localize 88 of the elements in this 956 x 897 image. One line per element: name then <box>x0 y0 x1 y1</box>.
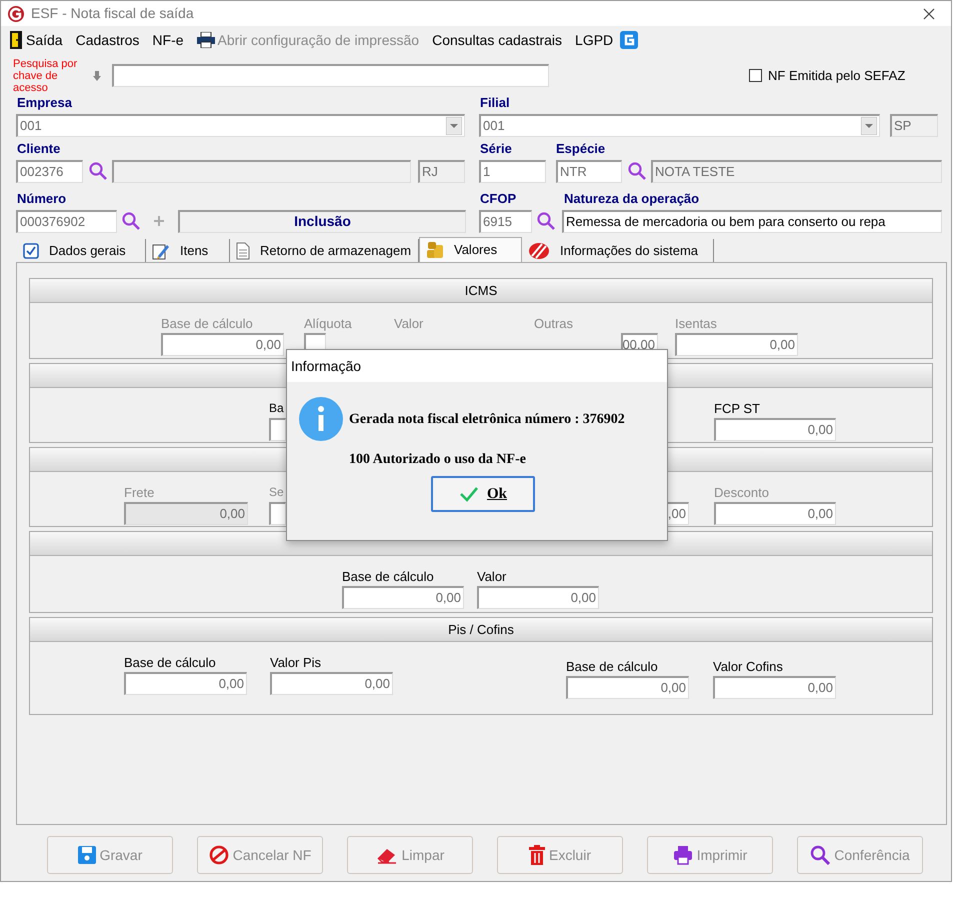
menu-item[interactable]: Cadastros <box>76 30 140 50</box>
input-field[interactable]: Inclusão <box>178 210 466 232</box>
field-label: Valor Pis <box>270 655 322 672</box>
field-label: Valor <box>477 569 506 586</box>
input-field[interactable]: 0,00 <box>566 676 689 699</box>
field-label: Natureza da operação <box>564 190 700 208</box>
pencil-icon <box>152 242 170 260</box>
field-label: FCP ST <box>714 401 760 418</box>
input-field[interactable]: NOTA TESTE <box>651 160 942 182</box>
input-field[interactable] <box>269 502 286 525</box>
search-icon <box>810 845 830 865</box>
arrow-down-icon <box>93 70 101 80</box>
field-label: Valor <box>394 316 424 333</box>
plus-icon <box>153 215 165 227</box>
dropdown-arrow-icon <box>446 116 462 134</box>
input-field[interactable]: RJ <box>418 160 465 182</box>
menu-item[interactable]: NF-e <box>152 30 184 50</box>
field-label: Base de cálculo <box>124 655 216 672</box>
prohibited-icon <box>208 845 229 865</box>
dropdown[interactable]: 001 <box>16 114 465 136</box>
input-field[interactable]: 1 <box>479 160 546 182</box>
info-icon <box>299 397 343 441</box>
document-icon <box>236 242 250 260</box>
field-label: Isentas <box>675 316 717 333</box>
checkmark-icon <box>458 486 479 502</box>
field-label: Base de cálculo <box>161 316 253 333</box>
field-label: Valor Cofins <box>713 659 783 676</box>
input-field[interactable]: 0,00 <box>270 672 393 695</box>
field-label: Alíquota <box>304 316 352 333</box>
dialog-detail: 100 Autorizado o uso da NF-e <box>349 451 526 469</box>
field-label: Empresa <box>17 94 73 112</box>
ok-button[interactable]: Ok <box>431 476 535 512</box>
logo-icon <box>620 31 638 49</box>
checkbox-icon <box>23 242 39 258</box>
door-icon <box>9 31 23 49</box>
dropdown-arrow-icon <box>861 116 877 134</box>
input-field[interactable]: 0,00 <box>477 586 599 609</box>
menu-item[interactable]: Saída <box>9 30 63 50</box>
tab[interactable]: Valores <box>419 237 522 262</box>
input-field[interactable]: 000376902 <box>16 210 117 232</box>
search-icon <box>628 162 646 180</box>
field-label: Desconto <box>714 485 769 502</box>
field-label: Frete <box>124 485 154 502</box>
access-key-field[interactable] <box>112 64 549 87</box>
input-field[interactable]: 0,00 <box>342 586 464 609</box>
field-label: Base de cálculo <box>566 659 658 676</box>
printer-icon <box>672 845 693 865</box>
client-name-field[interactable] <box>112 160 411 182</box>
menu-item[interactable]: Consultas cadastrais <box>432 30 562 50</box>
section-title: ICMS <box>464 282 498 300</box>
field-label: CFOP <box>480 190 518 208</box>
search-icon <box>89 162 107 180</box>
input-field[interactable]: 0,00 <box>124 672 247 695</box>
input-field[interactable]: 0,00 <box>713 676 836 699</box>
field-label: Série <box>480 140 513 158</box>
input-field[interactable] <box>269 418 286 441</box>
field-label: Ba <box>269 401 284 417</box>
input-field[interactable]: SP <box>890 114 938 136</box>
field-label: Base de cálculo <box>342 569 434 586</box>
checkbox[interactable] <box>749 69 762 82</box>
input-field[interactable]: Remessa de mercadoria ou bem para conserto ou repa <box>562 210 942 232</box>
field-label: Filial <box>480 94 510 112</box>
printer-icon <box>196 32 215 48</box>
menu-item[interactable]: LGPD <box>575 30 614 50</box>
eraser-icon <box>376 846 398 864</box>
striped-circle-icon <box>528 242 550 260</box>
dropdown[interactable]: 001 <box>479 114 880 136</box>
input-field[interactable]: NTR <box>556 160 622 182</box>
search-key-label: Pesquisa por chave de acesso <box>13 58 78 94</box>
field-label: Número <box>17 190 68 208</box>
field-label: Espécie <box>556 140 606 158</box>
close-icon <box>923 8 935 20</box>
search-icon <box>537 212 555 230</box>
dialog-title: Informação <box>291 356 362 376</box>
input-field[interactable]: 6915 <box>479 210 532 232</box>
logo-icon <box>7 4 25 22</box>
field-label: Cliente <box>17 140 62 158</box>
field-label: Outras <box>534 316 574 333</box>
coins-icon <box>426 241 444 259</box>
checkbox-label: NF Emitida pelo SEFAZ <box>768 66 906 85</box>
trash-icon <box>528 845 545 865</box>
search-icon <box>122 212 140 230</box>
input-field[interactable]: 0,00 <box>714 418 836 441</box>
section-title: Pis / Cofins <box>448 620 514 639</box>
dialog-message: Gerada nota fiscal eletrônica número : 376902 <box>349 410 625 428</box>
input-field[interactable]: 002376 <box>16 160 83 182</box>
field-label: Se <box>269 485 284 501</box>
window-title: ESF - Nota fiscal de saída <box>31 4 194 23</box>
